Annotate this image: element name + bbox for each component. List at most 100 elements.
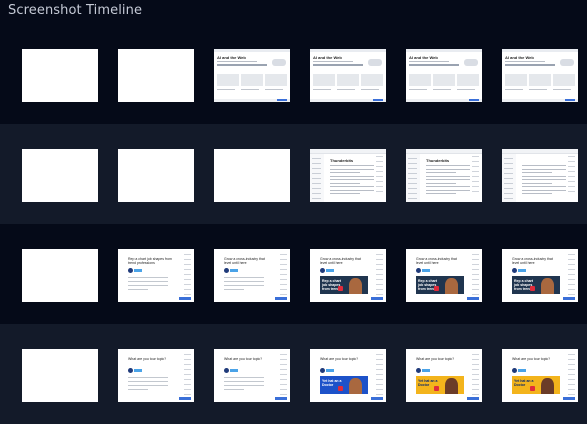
person-image bbox=[445, 278, 458, 294]
rail-line bbox=[280, 254, 287, 255]
rail-line bbox=[472, 191, 479, 192]
screenshot-thumbnail[interactable]: What are you tour topic? bbox=[118, 349, 194, 402]
thumbnail-heading: Grow a cross-industry that level until h… bbox=[416, 257, 457, 265]
text-line bbox=[457, 89, 475, 90]
text-line bbox=[426, 175, 470, 177]
button-shape bbox=[469, 99, 479, 101]
sidebar-line bbox=[312, 193, 321, 194]
screenshot-thumbnail[interactable] bbox=[214, 149, 290, 202]
screenshot-thumbnail[interactable] bbox=[22, 349, 98, 402]
rail-line bbox=[184, 359, 191, 360]
text-line bbox=[426, 189, 470, 191]
browser-bar bbox=[502, 49, 578, 52]
sidebar-line bbox=[312, 158, 321, 159]
text-line bbox=[330, 193, 360, 194]
rail-line bbox=[184, 279, 191, 280]
rail-line bbox=[472, 269, 479, 270]
text-line bbox=[330, 186, 374, 187]
screenshot-thumbnail[interactable]: Thunderbits bbox=[406, 149, 482, 202]
card-panel bbox=[553, 74, 575, 86]
avatar bbox=[128, 268, 133, 273]
tag-shape bbox=[134, 269, 142, 272]
rail-line bbox=[184, 379, 191, 380]
rail-line bbox=[280, 379, 287, 380]
rail-line bbox=[568, 374, 575, 375]
right-rail bbox=[376, 354, 384, 398]
person-image bbox=[349, 278, 362, 294]
text-line bbox=[522, 186, 566, 187]
screenshot-thumbnail[interactable]: What are you tour topic? Yet hat an a Doc… bbox=[502, 349, 578, 402]
card-panel bbox=[529, 74, 551, 86]
screenshot-thumbnail[interactable]: Grow a cross-industry that level until h… bbox=[406, 249, 482, 302]
screenshot-thumbnail[interactable] bbox=[118, 49, 194, 102]
thumbnail-content: AI and the Web bbox=[310, 49, 386, 102]
text-line bbox=[224, 285, 264, 286]
text-line bbox=[330, 172, 360, 173]
sidebar-line bbox=[408, 183, 417, 184]
rail-line bbox=[280, 389, 287, 390]
avatar bbox=[224, 268, 229, 273]
text-line bbox=[522, 189, 566, 191]
screenshot-thumbnail[interactable]: AI and the Web bbox=[310, 49, 386, 102]
rail-line bbox=[472, 389, 479, 390]
sidebar-line bbox=[312, 178, 321, 179]
screenshot-thumbnail[interactable] bbox=[502, 149, 578, 202]
rail-line bbox=[280, 364, 287, 365]
card-panel bbox=[265, 74, 287, 86]
screenshot-thumbnail[interactable]: What are you tour topic? Yet hat an a Doc… bbox=[310, 349, 386, 402]
thumbnail-content: What are you tour topic? Yet hat an a Doc… bbox=[406, 349, 482, 402]
right-rail bbox=[184, 254, 192, 298]
browser-bar bbox=[310, 49, 386, 52]
browser-bar bbox=[214, 49, 290, 52]
timeline-row: AI and the Web AI and the Web AI and the W… bbox=[0, 24, 587, 124]
rail-line bbox=[280, 274, 287, 275]
screenshot-thumbnail[interactable]: Grow a cross-industry that level until h… bbox=[214, 249, 290, 302]
screenshot-thumbnail[interactable] bbox=[118, 149, 194, 202]
text-line bbox=[224, 377, 264, 378]
screenshot-thumbnail[interactable]: AI and the Web bbox=[502, 49, 578, 102]
text-line bbox=[522, 182, 552, 184]
screenshot-thumbnail[interactable]: What are you tour topic? Yet hat an a Doc… bbox=[406, 349, 482, 402]
screenshot-thumbnail[interactable]: AI and the Web bbox=[406, 49, 482, 102]
avatar bbox=[224, 368, 229, 373]
sidebar bbox=[502, 154, 516, 202]
text-line bbox=[330, 175, 374, 177]
thumbnail-content: Grow a cross-industry that level until h… bbox=[502, 249, 578, 302]
thumbnail-content: Grow a cross-industry that level until h… bbox=[310, 249, 386, 302]
right-rail bbox=[568, 156, 576, 196]
text-line bbox=[529, 89, 547, 90]
screenshot-thumbnail[interactable]: What are you tour topic? bbox=[214, 349, 290, 402]
screenshot-thumbnail[interactable] bbox=[22, 149, 98, 202]
right-rail bbox=[472, 156, 480, 196]
rail-line bbox=[568, 269, 575, 270]
rail-line bbox=[568, 161, 575, 162]
rail-line bbox=[184, 394, 191, 395]
page-title: Screenshot Timeline bbox=[8, 3, 143, 18]
screenshot-thumbnail[interactable]: Grow a cross-industry that level until h… bbox=[310, 249, 386, 302]
rail-line bbox=[280, 269, 287, 270]
thumbnail-heading: Grow a cross-industry that level until h… bbox=[512, 257, 553, 265]
rail-line bbox=[472, 264, 479, 265]
text-line bbox=[128, 377, 168, 378]
screenshot-thumbnail[interactable] bbox=[22, 249, 98, 302]
text-line bbox=[224, 289, 244, 290]
text-line bbox=[505, 89, 523, 90]
screenshot-thumbnail[interactable]: AI and the Web bbox=[214, 49, 290, 102]
right-rail bbox=[280, 354, 288, 398]
sidebar bbox=[310, 154, 324, 202]
text-line bbox=[337, 89, 355, 90]
screenshot-thumbnail[interactable]: Thunderbits bbox=[310, 149, 386, 202]
text-line bbox=[426, 186, 470, 187]
sidebar-line bbox=[504, 198, 513, 199]
card-panel bbox=[433, 74, 455, 86]
screenshot-thumbnail[interactable]: Grow a cross-industry that level until h… bbox=[502, 249, 578, 302]
text-line bbox=[409, 64, 459, 66]
rail-line bbox=[568, 354, 575, 355]
thumbnail-content bbox=[22, 149, 98, 202]
rail-line bbox=[376, 176, 383, 177]
rail-line bbox=[280, 294, 287, 295]
rail-line bbox=[568, 264, 575, 265]
screenshot-thumbnail[interactable]: Rep a chart job shapes from trend profes… bbox=[118, 249, 194, 302]
screenshot-thumbnail[interactable] bbox=[22, 49, 98, 102]
promo-banner: Rep a chart job shapes from trend bbox=[320, 276, 368, 294]
